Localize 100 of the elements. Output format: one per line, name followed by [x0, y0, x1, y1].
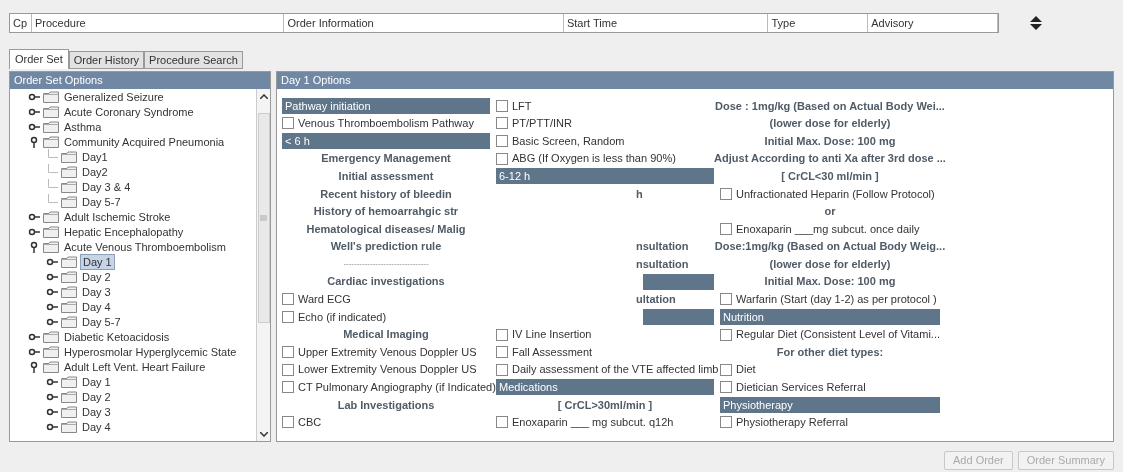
checkbox[interactable]	[282, 310, 294, 323]
tree-item[interactable]: Day 4	[80, 419, 113, 434]
checkbox-label: LFT	[512, 98, 532, 114]
tree-item[interactable]: Day 5-7	[80, 194, 123, 209]
tab[interactable]: Procedure Search	[144, 51, 243, 69]
checkbox[interactable]	[496, 135, 508, 147]
checkbox-label: IV Line Insertion	[512, 327, 592, 343]
column-header[interactable]: Cp	[10, 14, 32, 32]
checkbox[interactable]	[282, 346, 294, 359]
checkbox[interactable]	[720, 381, 732, 394]
checkbox[interactable]	[496, 152, 508, 165]
expand-handle-icon[interactable]	[28, 122, 40, 131]
expand-handle-icon[interactable]	[46, 317, 58, 326]
column-header[interactable]: Order Information	[284, 14, 564, 32]
scroll-thumb[interactable]	[257, 113, 270, 323]
expand-handle-icon[interactable]	[46, 422, 58, 431]
expand-handle-icon[interactable]	[46, 302, 58, 311]
collapse-handle-icon[interactable]	[30, 360, 38, 373]
collapse-handle-icon[interactable]	[30, 135, 38, 148]
checkbox-label: Dietician Services Referral	[736, 380, 866, 396]
header-bar-fragment	[643, 308, 714, 325]
sort-icon[interactable]	[1029, 15, 1043, 31]
checkbox[interactable]	[496, 99, 508, 112]
expand-handle-icon[interactable]	[28, 227, 40, 236]
tree-item[interactable]: Acute Venous Thromboembolism	[62, 239, 228, 254]
scroll-down-icon[interactable]	[259, 431, 268, 437]
tree-item[interactable]: Generalized Seizure	[62, 89, 166, 104]
column-header[interactable]: Procedure	[31, 14, 285, 32]
expand-handle-icon[interactable]	[46, 287, 58, 296]
tree-item[interactable]: Adult Left Vent. Heart Failure	[62, 359, 208, 374]
expand-handle-icon[interactable]	[46, 257, 58, 266]
column-header[interactable]: Start Time	[563, 14, 769, 32]
tree-item[interactable]: Acute Coronary Syndrome	[62, 104, 196, 119]
column-header[interactable]: Type	[768, 14, 869, 32]
tree-item[interactable]: Hyperosmolar Hyperglycemic State	[62, 344, 239, 359]
tree-item[interactable]: Day1	[80, 149, 110, 164]
section-label: Cardiac investigations	[327, 274, 445, 290]
expand-handle-icon[interactable]	[28, 332, 40, 341]
section-label: Medical Imaging	[343, 327, 429, 343]
checkbox-label: CT Pulmonary Angiography (if Indicated)	[298, 380, 496, 396]
tree-item[interactable]: Day 3 & 4	[80, 179, 133, 194]
checkbox[interactable]	[720, 363, 732, 376]
section-header: Physiotherapy	[720, 396, 940, 413]
folder-icon	[61, 270, 77, 283]
tree-item[interactable]: Day 4	[80, 299, 113, 314]
tree-item[interactable]: Day 1	[80, 374, 113, 389]
checkbox[interactable]	[496, 346, 508, 359]
checkbox-label: Enoxaparin ___mg subcut. once daily	[736, 221, 920, 237]
tree-item[interactable]: Hepatic Encephalopathy	[62, 224, 186, 239]
checkbox-label: Ward ECG	[298, 292, 351, 308]
checkbox-label: Basic Screen, Random	[512, 133, 625, 149]
checkbox-label: Physiotherapy Referral	[736, 415, 848, 431]
tree-item[interactable]: Community Acquired Pneumonia	[62, 134, 227, 149]
expand-handle-icon[interactable]	[28, 347, 40, 356]
checkbox[interactable]	[282, 117, 294, 130]
collapse-handle-icon[interactable]	[30, 240, 38, 253]
tree-item[interactable]: Day 2	[80, 389, 113, 404]
tree-item[interactable]: Day 3	[80, 404, 113, 419]
folder-icon	[61, 390, 77, 403]
tab[interactable]: Order Set	[9, 49, 69, 69]
column-header[interactable]: Advisory	[868, 14, 998, 32]
expand-handle-icon[interactable]	[28, 212, 40, 221]
expand-handle-icon[interactable]	[28, 92, 40, 101]
checkbox[interactable]	[720, 222, 732, 235]
checkbox[interactable]	[496, 416, 508, 429]
tree-item[interactable]: Day 5-7	[80, 314, 123, 329]
checkbox[interactable]	[282, 381, 294, 394]
tree-item[interactable]: Day 2	[80, 269, 113, 284]
expand-handle-icon[interactable]	[46, 407, 58, 416]
checkbox-label: PT/PTT/INR	[512, 116, 572, 132]
expand-handle-icon[interactable]	[28, 107, 40, 116]
expand-handle-icon[interactable]	[46, 392, 58, 401]
checkbox[interactable]	[720, 293, 732, 306]
section-label: Initial assessment	[338, 168, 434, 184]
tree-line	[48, 164, 58, 173]
tree-item[interactable]: Diabetic Ketoacidosis	[62, 329, 172, 344]
checkbox[interactable]	[720, 187, 732, 200]
tree-item[interactable]: Day 3	[80, 284, 113, 299]
expand-handle-icon[interactable]	[46, 272, 58, 281]
tab[interactable]: Order History	[68, 51, 145, 69]
tree-item[interactable]: Asthma	[62, 119, 104, 134]
section-header: 6-12 h	[496, 168, 714, 185]
section-label: Initial Max. Dose: 100 mg	[764, 133, 896, 149]
panel-title: Day 1 Options	[277, 72, 1113, 89]
checkbox[interactable]	[282, 293, 294, 306]
expand-handle-icon[interactable]	[46, 377, 58, 386]
text-fragment: nsultation	[636, 256, 689, 272]
checkbox[interactable]	[496, 328, 508, 341]
checkbox[interactable]	[282, 363, 294, 376]
scrollbar[interactable]	[256, 89, 270, 441]
checkbox-label: Upper Extremity Venous Doppler US	[298, 344, 477, 360]
scroll-up-icon[interactable]	[259, 93, 268, 99]
checkbox[interactable]	[496, 363, 508, 376]
tree-item[interactable]: Day 1	[80, 253, 115, 270]
checkbox[interactable]	[720, 416, 732, 429]
tree-item[interactable]: Day2	[80, 164, 110, 179]
checkbox[interactable]	[720, 328, 732, 341]
tree-item[interactable]: Adult Ischemic Stroke	[62, 209, 173, 224]
checkbox[interactable]	[282, 416, 294, 429]
checkbox[interactable]	[496, 117, 508, 130]
